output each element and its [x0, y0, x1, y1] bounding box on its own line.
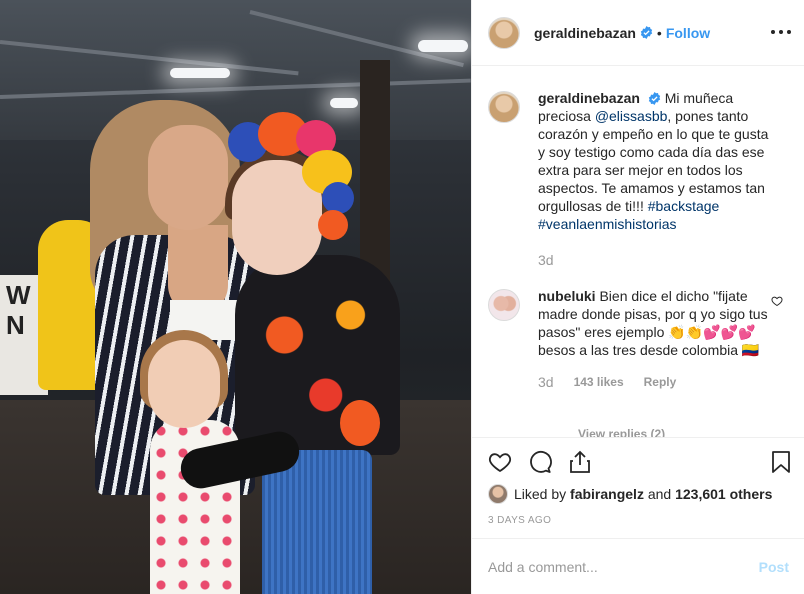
- comment-icon[interactable]: [528, 450, 552, 474]
- photo-ceiling: [0, 0, 471, 140]
- more-dot: [779, 30, 783, 34]
- author-username[interactable]: geraldinebazan: [534, 25, 636, 41]
- caption-meta: 3d: [538, 251, 778, 269]
- caption-mention-link[interactable]: @elissasbb: [595, 108, 668, 124]
- caption-body: geraldinebazan Mi muñeca preciosa @eliss…: [538, 89, 778, 269]
- liker-avatar[interactable]: [488, 484, 508, 504]
- verified-badge-icon: [648, 92, 660, 105]
- photo-flower: [322, 182, 354, 214]
- comment-meta: 3d 143 likes Reply: [538, 373, 778, 391]
- post-header: geraldinebazan • Follow: [472, 0, 804, 66]
- caption-time[interactable]: 3d: [538, 251, 554, 269]
- hashtag-link[interactable]: #backstage: [648, 198, 720, 214]
- heart-icon[interactable]: [488, 450, 512, 474]
- comment-item: nubeluki Bien dice el dicho "fijate madr…: [488, 287, 793, 391]
- author-avatar[interactable]: [488, 16, 520, 49]
- caption-author-avatar[interactable]: [488, 91, 520, 123]
- likes-prefix: Liked by: [514, 486, 567, 502]
- comment-input[interactable]: Add a comment...: [488, 559, 759, 575]
- photo-flower: [340, 400, 380, 446]
- comment-time[interactable]: 3d: [538, 373, 554, 391]
- more-dot: [771, 30, 775, 34]
- commenter-username[interactable]: nubeluki: [538, 288, 596, 304]
- caption-username[interactable]: geraldinebazan: [538, 90, 640, 106]
- follow-button[interactable]: Follow: [666, 25, 710, 41]
- comment-likes[interactable]: 143 likes: [574, 373, 624, 391]
- comment-body: nubeluki Bien dice el dicho "fijate madr…: [538, 287, 778, 391]
- likes-middle: and: [647, 486, 672, 502]
- liker-username[interactable]: fabirangelz: [570, 486, 644, 502]
- comments-section[interactable]: geraldinebazan Mi muñeca preciosa @eliss…: [472, 67, 804, 437]
- post-comment-button[interactable]: Post: [759, 559, 789, 575]
- photo-light: [418, 40, 468, 52]
- likes-summary: Liked by fabirangelz and 123,601 others: [488, 484, 772, 504]
- photo-flower: [318, 210, 348, 240]
- photo-light: [330, 98, 358, 108]
- photo-light: [170, 68, 230, 78]
- post-date[interactable]: 3 DAYS AGO: [488, 515, 551, 526]
- bookmark-icon[interactable]: [769, 450, 793, 474]
- verified-badge-icon: [640, 26, 653, 39]
- commenter-avatar[interactable]: [488, 289, 520, 321]
- action-bar: [472, 437, 804, 487]
- header-separator: •: [656, 24, 662, 41]
- view-replies-button[interactable]: View replies (2): [578, 427, 665, 437]
- more-dot: [787, 30, 791, 34]
- comment-heart-icon[interactable]: [771, 295, 783, 307]
- photo-sign-text: WN: [6, 280, 31, 340]
- more-options-icon[interactable]: [771, 22, 791, 42]
- hashtag-link[interactable]: #veanlaenmishistorias: [538, 216, 677, 232]
- likes-count[interactable]: 123,601 others: [675, 486, 772, 502]
- add-comment-bar: Add a comment... Post: [472, 538, 804, 594]
- photo-kid-face: [148, 340, 220, 428]
- instagram-post: WN geraldinebazan • Follow geraldinebaza…: [0, 0, 804, 594]
- share-icon[interactable]: [568, 450, 592, 474]
- caption-comment: geraldinebazan Mi muñeca preciosa @eliss…: [488, 89, 793, 269]
- photo-woman-face: [148, 125, 228, 230]
- post-photo[interactable]: WN: [0, 0, 471, 594]
- reply-button[interactable]: Reply: [644, 373, 677, 391]
- post-sidebar: geraldinebazan • Follow geraldinebazan M…: [471, 0, 804, 594]
